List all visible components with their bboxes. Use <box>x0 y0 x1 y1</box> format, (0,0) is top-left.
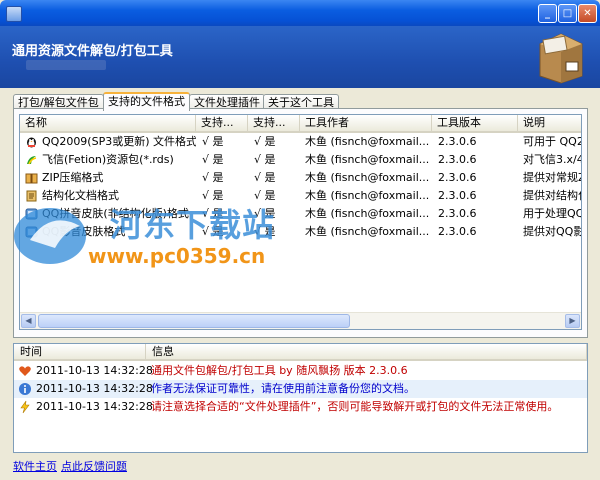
log-row[interactable]: 2011-10-13 14:32:28 请注意选择合适的“文件处理插件”，否则可能… <box>14 398 587 416</box>
horizontal-scrollbar[interactable]: ◀ ▶ <box>20 312 581 329</box>
author-value: 木鱼 (fisnch@foxmail... <box>305 189 430 202</box>
format-name: 飞信(Fetion)资源包(*.rds) <box>42 153 174 166</box>
format-name: ZIP压缩格式 <box>42 171 104 184</box>
minimize-button[interactable]: _ <box>538 4 557 23</box>
formats-header: 名称 支持... 支持... 工具作者 工具版本 说明 <box>20 115 581 133</box>
col-name[interactable]: 名称 <box>20 115 196 131</box>
support-pack-value: √ 是 <box>254 135 276 148</box>
author-value: 木鱼 (fisnch@foxmail... <box>305 171 430 184</box>
log-message: 请注意选择合适的“文件处理插件”，否则可能导致解开或打包的文件无法正常使用。 <box>151 400 559 413</box>
log-time: 2011-10-13 14:32:28 <box>36 364 153 377</box>
app-subtitle-blur <box>26 60 106 70</box>
log-header: 时间 信息 <box>14 344 587 361</box>
watermark-brand: 河东下载站 <box>110 206 276 244</box>
version-value: 2.3.0.6 <box>438 153 477 166</box>
col-version[interactable]: 工具版本 <box>432 115 518 131</box>
scroll-thumb[interactable] <box>38 314 350 328</box>
zip-icon <box>25 172 38 184</box>
description-value: 用于处理QQ拼 <box>523 207 581 220</box>
scroll-left-arrow[interactable]: ◀ <box>21 314 36 328</box>
author-value: 木鱼 (fisnch@foxmail... <box>305 225 430 238</box>
list-item[interactable]: 飞信(Fetion)资源包(*.rds) √ 是 √ 是 木鱼 (fisnch@fox… <box>20 151 581 169</box>
app-icon <box>6 6 22 22</box>
author-value: 木鱼 (fisnch@foxmail... <box>305 153 430 166</box>
maximize-button[interactable]: □ <box>558 4 577 23</box>
author-value: 木鱼 (fisnch@foxmail... <box>305 207 430 220</box>
app-title: 通用资源文件解包/打包工具 <box>12 44 173 59</box>
tab-supported-formats[interactable]: 支持的文件格式 <box>103 92 190 111</box>
log-time: 2011-10-13 14:32:28 <box>36 400 153 413</box>
col-description[interactable]: 说明 <box>518 115 581 131</box>
log-time: 2011-10-13 14:32:28 <box>36 382 153 395</box>
description-value: 提供对QQ影音 <box>523 225 581 238</box>
support-unpack-value: √ 是 <box>202 171 224 184</box>
col-support-pack[interactable]: 支持... <box>248 115 300 131</box>
log-message: 作者无法保证可靠性，请在使用前注意备份您的文档。 <box>151 382 415 395</box>
col-time[interactable]: 时间 <box>14 344 146 359</box>
col-support-unpack[interactable]: 支持... <box>196 115 248 131</box>
version-value: 2.3.0.6 <box>438 135 477 148</box>
list-item[interactable]: QQ2009(SP3或更新) 文件格式 √ 是 √ 是 木鱼 (fisnch@foxm… <box>20 133 581 151</box>
description-value: 提供对常规Zi <box>523 171 581 184</box>
header-banner: 通用资源文件解包/打包工具 <box>0 26 600 88</box>
feedback-link[interactable]: 点此反馈问题 <box>61 460 127 473</box>
qq-penguin-icon <box>25 136 38 148</box>
description-value: 对飞信3.x/4 <box>523 153 582 166</box>
log-row[interactable]: 2011-10-13 14:32:28 作者无法保证可靠性，请在使用前注意备份您的… <box>14 380 587 398</box>
info-icon <box>18 382 32 396</box>
support-pack-value: √ 是 <box>254 153 276 166</box>
log-message: 通用文件包解包/打包工具 by 随风飘扬 版本 2.3.0.6 <box>151 364 408 377</box>
lightning-icon <box>18 400 32 414</box>
col-author[interactable]: 工具作者 <box>300 115 432 131</box>
format-name: QQ2009(SP3或更新) 文件格式 <box>42 135 196 148</box>
footer-links: 软件主页 点此反馈问题 <box>13 458 131 474</box>
log-list[interactable]: 时间 信息 2011-10-13 14:32:28 通用文件包解包/打包工具 by… <box>13 343 588 453</box>
package-box-icon <box>539 33 583 84</box>
close-button[interactable]: ✕ <box>578 4 597 23</box>
title-bar[interactable]: _ □ ✕ <box>0 0 600 26</box>
col-message[interactable]: 信息 <box>146 344 587 359</box>
fetion-icon <box>25 154 38 166</box>
author-value: 木鱼 (fisnch@foxmail... <box>305 135 430 148</box>
homepage-link[interactable]: 软件主页 <box>13 460 57 473</box>
description-value: 可用于 QQ200 <box>523 135 581 148</box>
list-item[interactable]: ZIP压缩格式 √ 是 √ 是 木鱼 (fisnch@foxmail... 2.3.0.… <box>20 169 581 187</box>
support-pack-value: √ 是 <box>254 171 276 184</box>
scroll-right-arrow[interactable]: ▶ <box>565 314 580 328</box>
version-value: 2.3.0.6 <box>438 171 477 184</box>
version-value: 2.3.0.6 <box>438 189 477 202</box>
watermark-url: www.pc0359.cn <box>88 244 266 268</box>
heart-icon <box>18 364 32 378</box>
support-unpack-value: √ 是 <box>202 153 224 166</box>
support-unpack-value: √ 是 <box>202 135 224 148</box>
version-value: 2.3.0.6 <box>438 225 477 238</box>
description-value: 提供对结构化 <box>523 189 581 202</box>
log-row[interactable]: 2011-10-13 14:32:28 通用文件包解包/打包工具 by 随风飘扬 … <box>14 362 587 380</box>
version-value: 2.3.0.6 <box>438 207 477 220</box>
